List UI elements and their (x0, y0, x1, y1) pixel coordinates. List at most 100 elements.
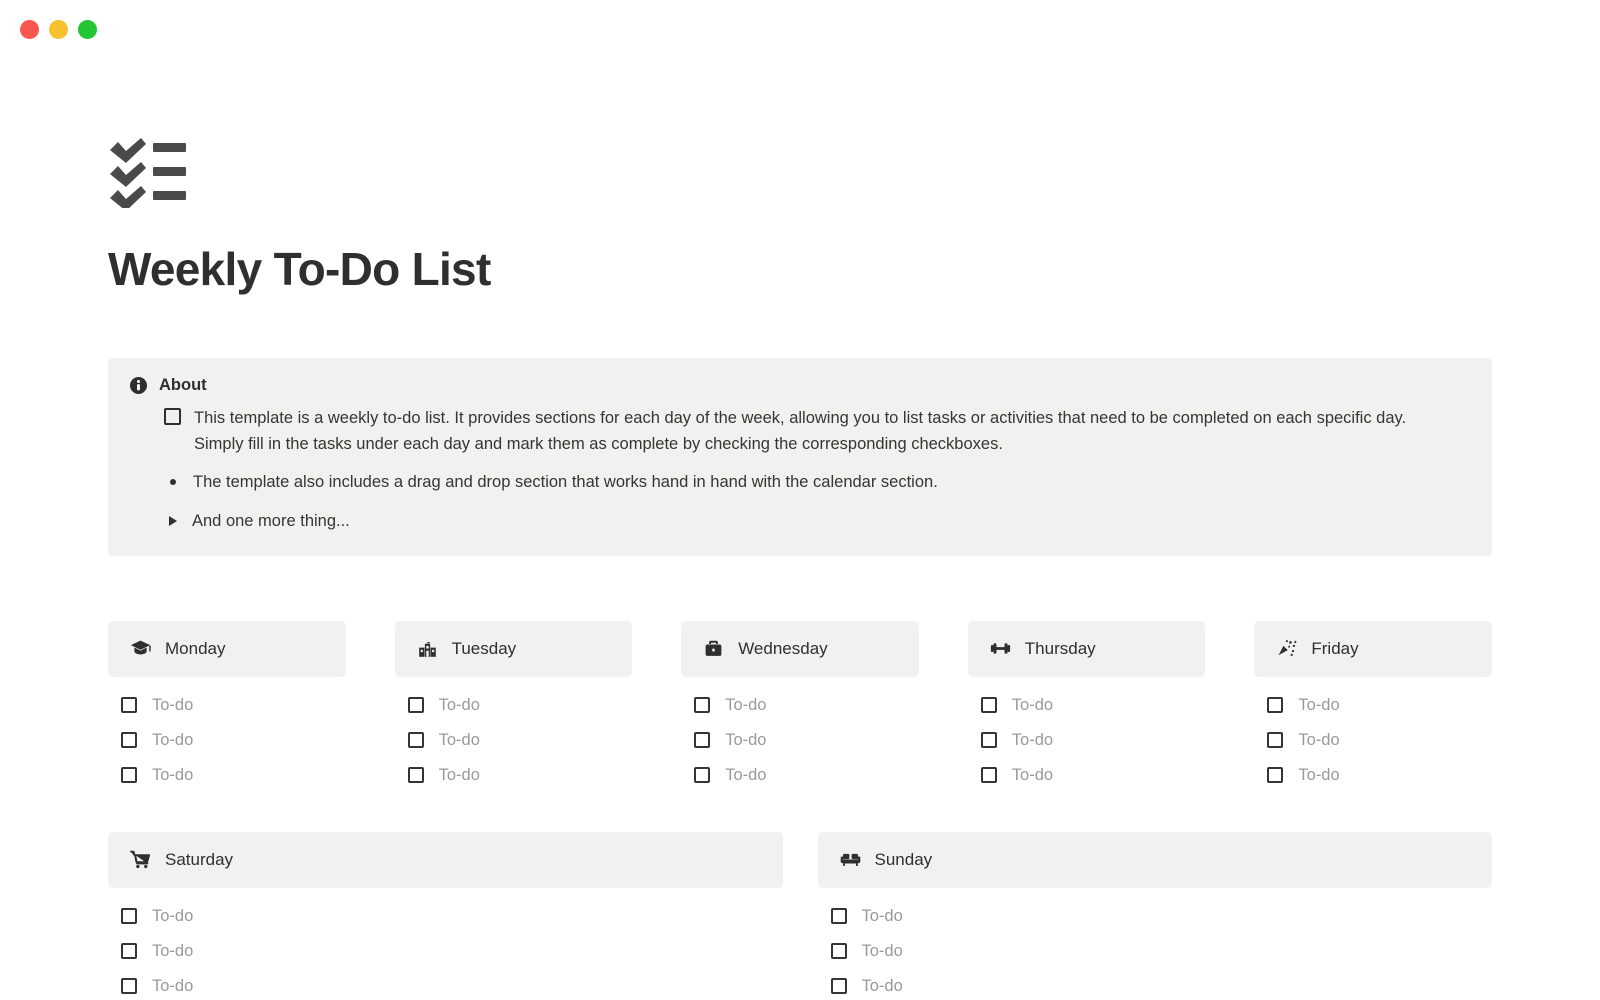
todo-list-friday: To-do To-do To-do (1254, 688, 1492, 793)
callout-toggle-item[interactable]: And one more thing... (164, 508, 1470, 534)
todo-label: To-do (1011, 765, 1054, 784)
school-building-icon (418, 639, 436, 657)
day-header-wednesday[interactable]: Wednesday (681, 620, 919, 677)
todo-list-thursday: To-do To-do To-do (968, 688, 1206, 793)
todo-label: To-do (1011, 695, 1054, 714)
todo-checkbox-icon[interactable] (121, 908, 137, 925)
day-header-tuesday[interactable]: Tuesday (394, 620, 633, 677)
todo-checkbox-icon[interactable] (830, 978, 847, 995)
todo-checkbox-icon[interactable] (1267, 732, 1284, 749)
todo-list-monday: To-do To-do To-do (108, 688, 346, 793)
todo-row[interactable]: To-do (108, 758, 346, 793)
todo-label: To-do (725, 695, 767, 714)
todo-row[interactable]: To-do (1254, 758, 1492, 793)
callout-title: About (159, 375, 207, 394)
todo-label: To-do (152, 976, 194, 995)
todo-row[interactable]: To-do (968, 758, 1206, 793)
day-column-tuesday: Tuesday To-do To-do To-do (394, 620, 633, 793)
todo-row[interactable]: To-do (108, 688, 346, 723)
todo-label: To-do (438, 695, 480, 714)
todo-label: To-do (1298, 765, 1340, 784)
todo-checkbox-icon[interactable] (121, 732, 137, 749)
maximize-button[interactable] (78, 19, 97, 39)
todo-checkbox-icon[interactable] (980, 767, 997, 784)
checkbox-icon[interactable] (164, 407, 181, 425)
todo-checkbox-icon[interactable] (980, 732, 997, 749)
todo-label: To-do (861, 976, 903, 995)
todo-row[interactable]: To-do (681, 723, 919, 758)
todo-row[interactable]: To-do (818, 899, 1493, 934)
todo-checkbox-icon[interactable] (1267, 697, 1284, 714)
todo-row[interactable]: To-do (395, 688, 633, 723)
todo-list-saturday: To-do To-do To-do (108, 899, 783, 1000)
day-column-saturday: Saturday To-do To-do To-do (108, 831, 783, 1000)
todo-checkbox-icon[interactable] (694, 767, 711, 784)
day-label: Monday (165, 638, 226, 658)
todo-label: To-do (152, 906, 194, 925)
callout-checkbox-text: This template is a weekly to-do list. It… (194, 408, 1407, 453)
info-icon (130, 376, 147, 394)
day-column-sunday: Sunday To-do To-do To-do (817, 831, 1493, 1000)
todo-label: To-do (438, 730, 480, 749)
todo-row[interactable]: To-do (108, 934, 783, 969)
briefcase-icon (705, 640, 722, 656)
todo-checkbox-icon[interactable] (121, 767, 137, 784)
todo-checkbox-icon[interactable] (121, 697, 137, 714)
todo-row[interactable]: To-do (818, 969, 1493, 1000)
day-column-thursday: Thursday To-do To-do To-do (967, 620, 1206, 793)
todo-checkbox-icon[interactable] (1267, 767, 1284, 784)
todo-label: To-do (1298, 695, 1340, 714)
todo-checkbox-icon[interactable] (407, 767, 424, 784)
todo-row[interactable]: To-do (681, 688, 919, 723)
todo-list-wednesday: To-do To-do To-do (681, 688, 919, 793)
todo-checkbox-icon[interactable] (407, 697, 424, 714)
todo-row[interactable]: To-do (108, 899, 783, 934)
chevron-right-icon[interactable] (169, 515, 177, 526)
todo-list-sunday: To-do To-do To-do (818, 899, 1493, 1000)
day-label: Wednesday (738, 638, 828, 658)
callout-toggle-text: And one more thing... (192, 511, 350, 530)
todo-label: To-do (152, 765, 194, 784)
todo-checkbox-icon[interactable] (830, 943, 847, 960)
day-header-sunday[interactable]: Sunday (817, 831, 1492, 888)
day-header-thursday[interactable]: Thursday (967, 620, 1206, 677)
day-label: Saturday (165, 849, 234, 869)
day-header-saturday[interactable]: Saturday (108, 831, 783, 888)
bullet-dot-icon (170, 478, 176, 485)
todo-checkbox-icon[interactable] (980, 697, 997, 714)
day-header-friday[interactable]: Friday (1254, 620, 1492, 677)
todo-row[interactable]: To-do (818, 934, 1493, 969)
todo-checkbox-icon[interactable] (694, 732, 711, 749)
todo-checkbox-icon[interactable] (694, 697, 711, 714)
todo-row[interactable]: To-do (968, 723, 1206, 758)
todo-row[interactable]: To-do (395, 723, 633, 758)
graduation-cap-icon (130, 640, 151, 655)
weekend-grid: Saturday To-do To-do To-do Sunday To-do … (108, 831, 1493, 1000)
todo-row[interactable]: To-do (108, 969, 783, 1000)
day-label: Thursday (1024, 638, 1096, 658)
minimize-button[interactable] (49, 19, 68, 39)
day-label: Tuesday (451, 638, 517, 658)
callout-checkbox-item[interactable]: This template is a weekly to-do list. It… (164, 405, 1470, 457)
day-column-monday: Monday To-do To-do To-do (108, 620, 346, 793)
todo-checkbox-icon[interactable] (830, 908, 847, 925)
todo-checkbox-icon[interactable] (121, 943, 137, 960)
todo-label: To-do (861, 906, 903, 925)
checklist-icon (110, 138, 186, 208)
todo-row[interactable]: To-do (681, 758, 919, 793)
todo-label: To-do (152, 941, 194, 960)
day-header-monday[interactable]: Monday (108, 620, 346, 677)
todo-label: To-do (725, 730, 767, 749)
todo-row[interactable]: To-do (1254, 688, 1492, 723)
todo-row[interactable]: To-do (968, 688, 1206, 723)
todo-checkbox-icon[interactable] (407, 732, 424, 749)
close-button[interactable] (20, 19, 39, 39)
todo-row[interactable]: To-do (108, 723, 346, 758)
todo-checkbox-icon[interactable] (121, 978, 137, 995)
todo-row[interactable]: To-do (1254, 723, 1492, 758)
todo-label: To-do (1011, 730, 1054, 749)
about-callout: About This template is a weekly to-do li… (108, 357, 1492, 556)
todo-row[interactable]: To-do (395, 758, 633, 793)
todo-list-tuesday: To-do To-do To-do (395, 688, 633, 793)
couch-icon (840, 853, 860, 867)
